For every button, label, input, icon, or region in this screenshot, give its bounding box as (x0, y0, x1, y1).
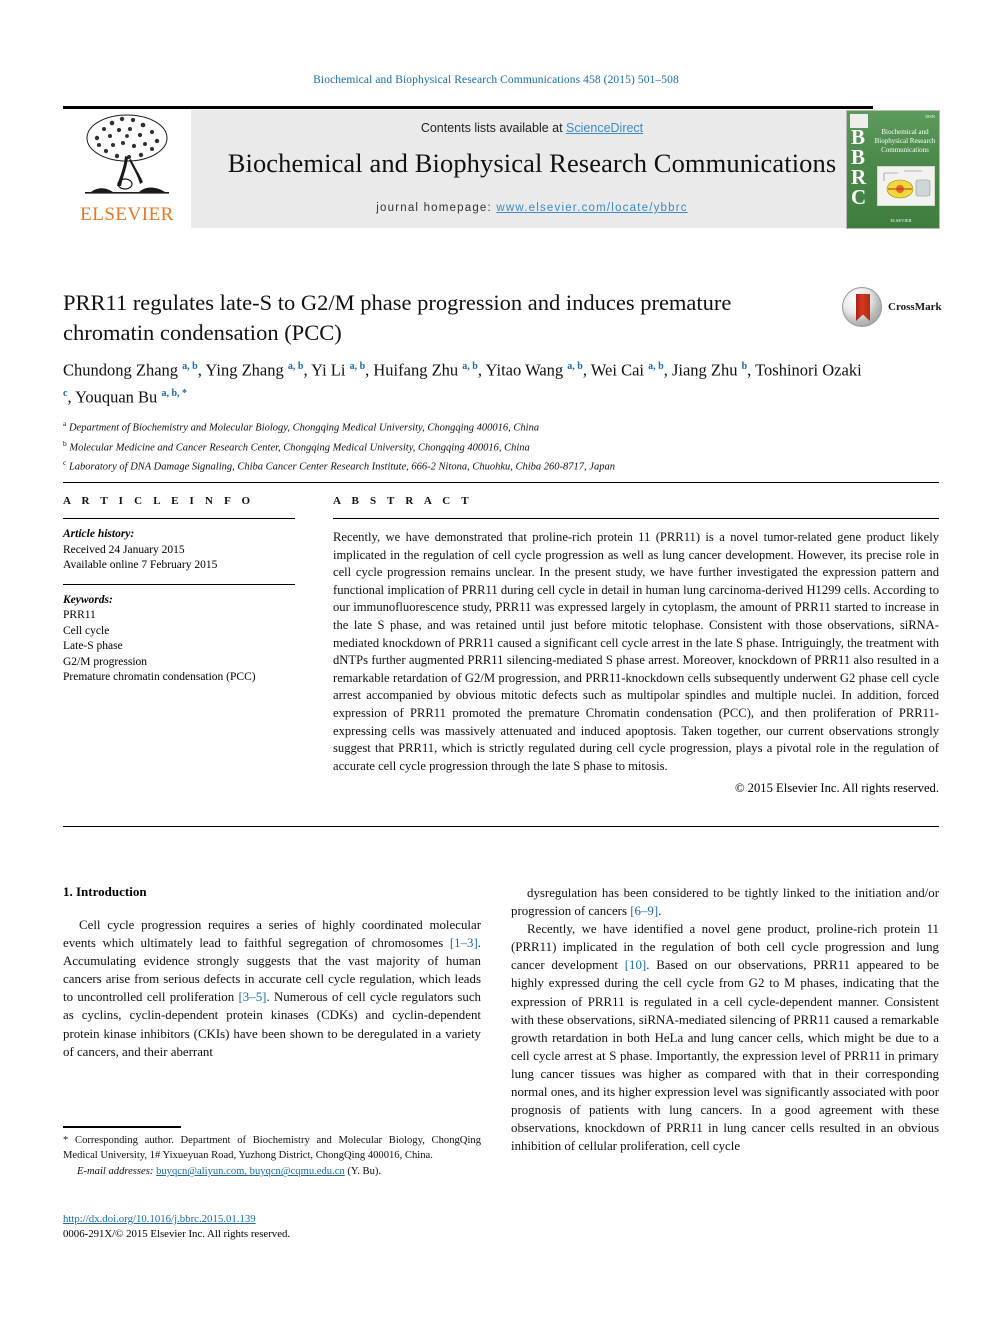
elsevier-tree-icon (85, 114, 169, 194)
elsevier-logo: ELSEVIER (63, 110, 191, 228)
citation-ref[interactable]: [3–5] (239, 990, 267, 1004)
abstract-band-bottom-rule (63, 826, 939, 827)
keyword-item: Late-S phase (63, 640, 123, 652)
abstract-rule (333, 518, 939, 519)
article-info-heading: A R T I C L E I N F O (63, 495, 255, 507)
crossmark-label: CrossMark (888, 301, 942, 313)
article-history-group: Article history: Received 24 January 201… (63, 527, 295, 574)
footnote-block: * Corresponding author. Department of Bi… (63, 1134, 481, 1180)
homepage-label: journal homepage: (376, 202, 497, 214)
citation-ref[interactable]: [10] (625, 958, 646, 972)
abstract-copyright: © 2015 Elsevier Inc. All rights reserved… (734, 781, 939, 796)
keywords-label: Keywords: (63, 593, 113, 606)
abstract-band-top-rule (63, 482, 939, 483)
intro-paragraph-right-1: dysregulation has been considered to be … (511, 886, 939, 919)
author-list: Chundong Zhang a, b, Ying Zhang a, b, Yi… (63, 360, 862, 407)
cover-issn-text: ISSN (925, 114, 935, 119)
article-history-label: Article history: (63, 528, 135, 540)
keywords-group: Keywords: PRR11 Cell cycle Late-S phase … (63, 593, 295, 686)
crossmark-icon[interactable] (842, 287, 882, 327)
email-label: E-mail addresses: (77, 1166, 154, 1178)
affiliation-item: b Molecular Medicine and Cancer Research… (63, 438, 530, 454)
journal-masthead: ELSEVIER Contents lists available at Sci… (63, 110, 873, 228)
intro-paragraph-right-2: Recently, we have identified a novel gen… (511, 922, 939, 1154)
contents-prefix: Contents lists available at (420, 121, 567, 135)
abstract-heading: A B S T R A C T (333, 495, 473, 507)
doi-link[interactable]: http://dx.doi.org/10.1016/j.bbrc.2015.01… (63, 1213, 256, 1225)
cover-cell-diagram-icon (883, 170, 931, 199)
article-info-column: A R T I C L E I N F O Article history: R… (63, 495, 295, 686)
article-page: Biochemical and Biophysical Research Com… (0, 0, 992, 1323)
body-column-right: dysregulation has been considered to be … (511, 884, 939, 1155)
journal-homepage-line: journal homepage: www.elsevier.com/locat… (191, 202, 873, 214)
citation-ref[interactable]: [1–3] (450, 936, 478, 950)
journal-homepage-link[interactable]: www.elsevier.com/locate/ybbrc (496, 202, 687, 214)
doi-block: http://dx.doi.org/10.1016/j.bbrc.2015.01… (63, 1212, 493, 1242)
title-block: PRR11 regulates late-S to G2/M phase pro… (63, 288, 823, 348)
citation-ref[interactable]: [6–9] (630, 904, 658, 918)
corresponding-author-note: * Corresponding author. Department of Bi… (63, 1135, 481, 1161)
email-link[interactable]: buyqcn@aliyun.com, buyqcn@cqmu.edu.cn (156, 1166, 345, 1177)
intro-paragraph-left: Cell cycle progression requires a series… (63, 918, 482, 1059)
keyword-item: Cell cycle (63, 624, 110, 637)
contents-line: Contents lists available at ScienceDirec… (191, 121, 873, 135)
cover-bbrc-letters: BBRC (851, 125, 867, 209)
keyword-item: PRR11 (63, 609, 96, 621)
keywords-rule (63, 583, 295, 585)
affiliation-item: c Laboratory of DNA Damage Signaling, Ch… (63, 458, 615, 473)
affiliation-marker: c (63, 458, 67, 467)
article-history-line: Available online 7 February 2015 (63, 559, 218, 571)
affiliation-item: a Department of Biochemistry and Molecul… (63, 419, 540, 434)
crossmark-badge-group[interactable]: CrossMark (842, 287, 942, 329)
article-info-rule (63, 518, 295, 519)
abstract-column: A B S T R A C T Recently, we have demons… (333, 495, 939, 796)
crossmark-ribbon-icon (856, 294, 870, 321)
running-head: Biochemical and Biophysical Research Com… (313, 74, 679, 86)
cover-artwork-icon (877, 166, 935, 206)
journal-cover-thumbnail: ISSN BBRC Biochemical and Biophysical Re… (846, 110, 940, 229)
section-title-introduction: 1. Introduction (63, 884, 147, 899)
elsevier-wordmark: ELSEVIER (80, 204, 174, 225)
cover-journal-title: Biochemical and Biophysical Research Com… (874, 128, 936, 154)
email-note: E-mail addresses: buyqcn@aliyun.com, buy… (63, 1165, 481, 1180)
article-title: PRR11 regulates late-S to G2/M phase pro… (63, 290, 732, 345)
abstract-text: Recently, we have demonstrated that prol… (333, 530, 939, 773)
journal-title: Biochemical and Biophysical Research Com… (227, 148, 837, 178)
keyword-item: Premature chromatin condensation (PCC) (63, 671, 256, 683)
sciencedirect-link[interactable]: ScienceDirect (566, 121, 643, 135)
affiliation-marker: a (63, 419, 67, 428)
keyword-item: G2/M progression (63, 655, 148, 668)
issn-copyright-line: 0006-291X/© 2015 Elsevier Inc. All right… (63, 1228, 291, 1240)
affiliation-list: a Department of Biochemistry and Molecul… (63, 416, 863, 475)
masthead-center: Contents lists available at ScienceDirec… (191, 110, 873, 228)
article-history-line: Received 24 January 2015 (63, 543, 185, 556)
footnote-rule (63, 1126, 181, 1128)
affiliation-marker: b (63, 438, 67, 448)
masthead-top-rule (63, 106, 873, 109)
email-suffix: (Y. Bu). (347, 1166, 382, 1178)
cover-footer-text: ELSEVIER (890, 218, 912, 223)
body-column-left: 1. Introduction Cell cycle progression r… (63, 884, 481, 1061)
